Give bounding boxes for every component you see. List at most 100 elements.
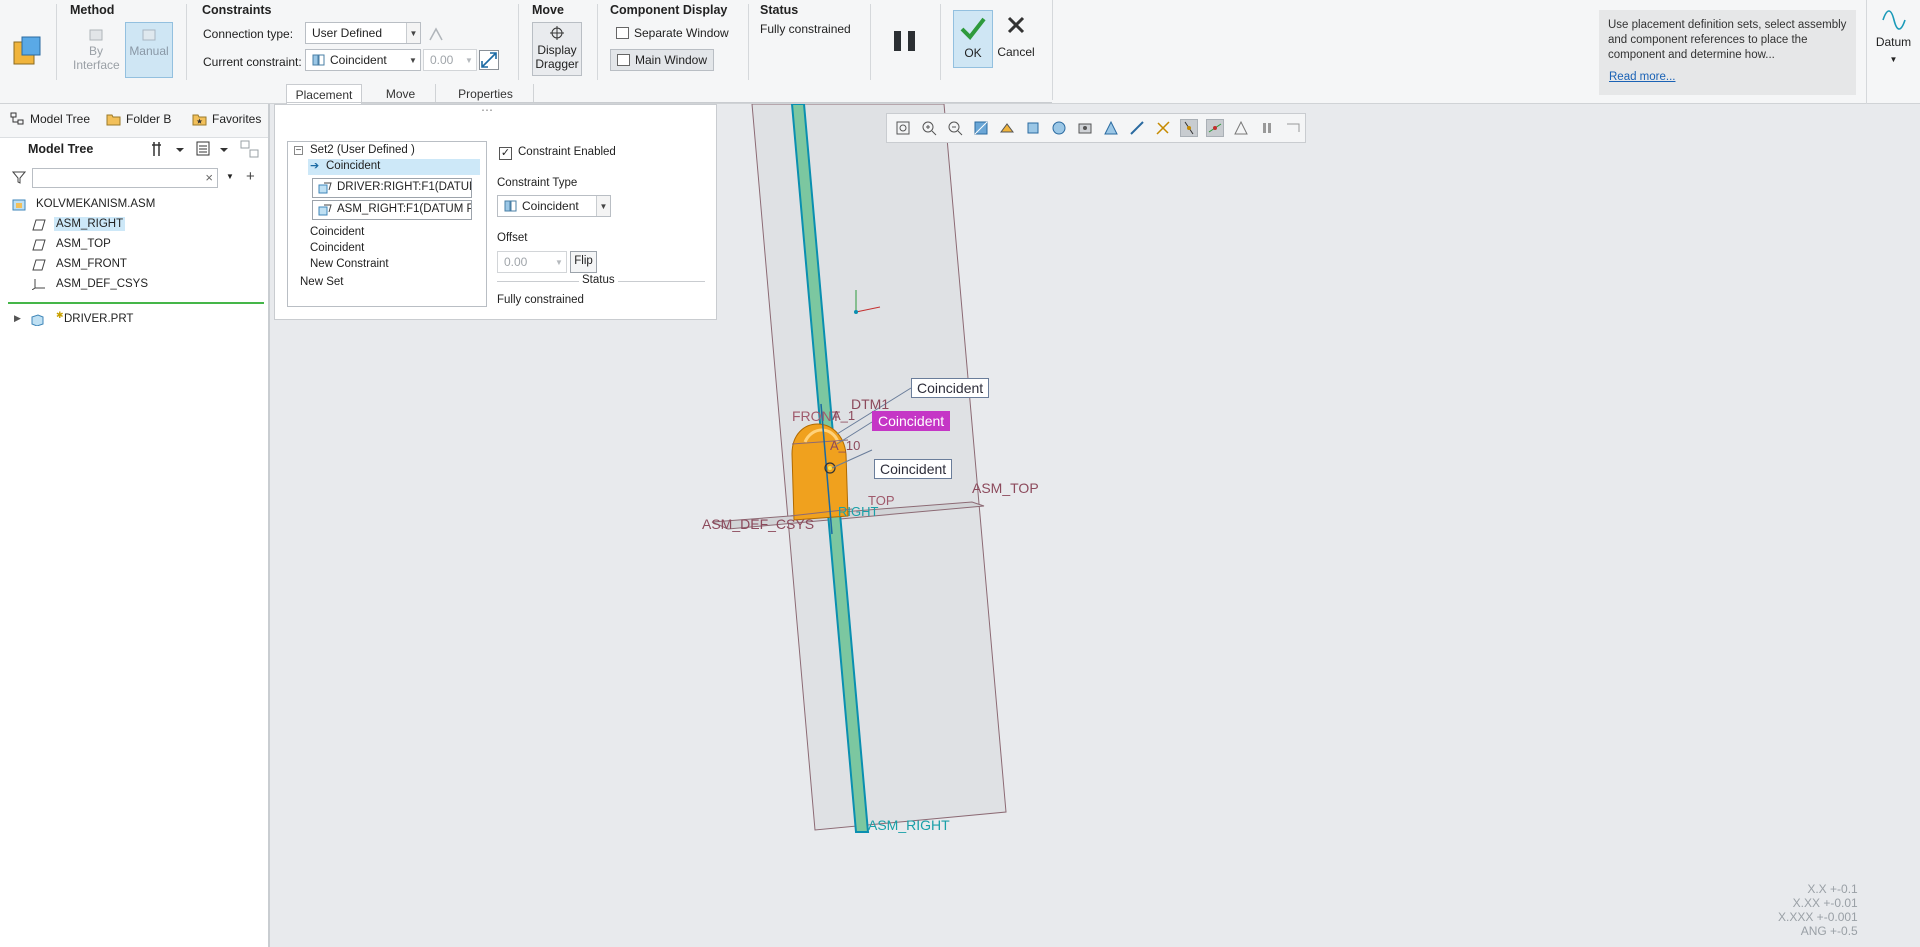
by-interface-button[interactable]: By Interface [72,22,120,78]
repaint-icon[interactable] [973,120,989,136]
pause-regeneration-icon[interactable] [1259,120,1275,136]
new-set-item[interactable]: New Set [300,276,343,288]
display-dragger-button[interactable]: Display Dragger [532,22,582,76]
flip-constraint-icon[interactable] [479,50,499,70]
clear-icon[interactable]: × [205,170,213,185]
point-display-icon[interactable] [1206,119,1224,137]
status-value: Fully constrained [497,294,584,306]
show-options-icon[interactable] [196,140,230,158]
main-window-button[interactable]: Main Window [610,49,715,71]
zoom-in-icon[interactable] [921,120,937,136]
pause-icon[interactable] [893,30,917,52]
display-style-icon[interactable] [1025,120,1041,136]
tree-item-assembly[interactable]: KOLVMEKANISM.ASM [12,198,155,211]
connection-type-select[interactable]: User Defined ▼ [305,22,421,44]
tree-item-asm-front[interactable]: ASM_FRONT [32,258,127,271]
tab-placement[interactable]: Placement [286,84,362,104]
model-tree-panel: Model Tree Folder B Favorites Model Tree… [0,104,270,947]
manual-button[interactable]: Manual [125,22,173,78]
separate-window-button[interactable]: Separate Window [610,23,735,45]
tree-item-asm-right[interactable]: ASM_RIGHT [32,217,126,231]
tree-title: Model Tree [28,142,94,156]
expand-icon[interactable]: ▶ [14,313,21,324]
close-icon [1007,16,1025,34]
chevron-down-icon: ▼ [406,50,420,70]
cancel-button[interactable]: Cancel [996,14,1036,68]
tab-model-tree[interactable]: Model Tree [10,112,90,126]
refit-icon[interactable] [895,120,911,136]
current-constraint-value: Coincident [330,53,387,67]
constraint-item[interactable]: Coincident [310,226,364,238]
spin-center-icon[interactable] [1285,120,1301,136]
offset-field[interactable]: 0.00 ▼ [497,251,567,273]
collapse-icon[interactable]: − [294,146,303,156]
label-asm-def-csys: ASM_DEF_CSYS [702,516,815,532]
csys-display-icon[interactable] [1233,120,1249,136]
constraint-item[interactable]: Coincident [310,242,364,254]
tree-filter-icon[interactable] [240,140,260,158]
coincident-icon [312,54,325,66]
zoom-out-icon[interactable] [947,120,963,136]
filter-icon[interactable] [12,170,26,184]
tree-item-driver[interactable]: ▶ ✱ DRIVER.PRT [14,310,133,326]
chevron-down-icon: ▼ [406,23,420,43]
help-text: Use placement definition sets, select as… [1608,19,1847,61]
component-reference[interactable]: DRIVER:RIGHT:F1(DATUM [312,178,472,198]
add-icon[interactable]: + [246,168,255,185]
flip-button[interactable]: Flip [570,251,597,273]
constraint-item-selected[interactable]: ➔ Coincident [308,159,480,175]
constraint-enabled-checkbox[interactable]: ✓ [499,147,512,160]
ok-button[interactable]: OK [953,10,993,68]
constraint-type-label: Constraint Type [497,177,578,189]
settings-icon[interactable] [150,140,186,158]
tree-item-asm-top[interactable]: ASM_TOP [32,238,111,251]
datum-plane-icon [32,259,46,271]
new-constraint-item[interactable]: New Constraint [310,258,389,270]
dragger-center [828,466,832,470]
view-manager-icon[interactable] [1077,120,1093,136]
set-label[interactable]: Set2 (User Defined ) [310,144,415,156]
tree-item-label: ASM_DEF_CSYS [56,278,149,290]
connection-type-label: Connection type: [203,27,294,41]
tab-properties[interactable]: Properties [438,84,534,104]
constraint-set-list: − Set2 (User Defined ) ➔ Coincident DRIV… [287,141,487,307]
orient-icon[interactable] [999,120,1015,136]
datum-display-icon[interactable] [1129,120,1145,136]
label-asm-top: ASM_TOP [972,480,1039,496]
dragger-icon [550,26,564,40]
annotation-display-icon[interactable] [1155,120,1171,136]
move-title: Move [532,3,564,17]
perspective-icon[interactable] [1103,120,1119,136]
tab-folder-browser-label: Folder B [126,112,172,126]
status-label: Status [579,274,618,286]
chevron-down-icon: ▼ [462,50,476,70]
read-more-link[interactable]: Read more... [1609,71,1675,83]
constraint-callout[interactable]: Coincident [874,459,953,479]
saved-views-icon[interactable] [1051,120,1067,136]
current-constraint-select[interactable]: Coincident ▼ [305,49,421,71]
panel-grip[interactable]: ⋯ [481,103,493,117]
offset-input[interactable]: 0.00 ▼ [423,49,477,71]
datum-button[interactable]: Datum ▼ [1866,0,1920,104]
constraint-type-select[interactable]: Coincident ▼ [497,195,611,217]
constraints-title: Constraints [202,3,272,17]
search-input[interactable]: × [32,168,218,188]
label-a10: A_10 [830,438,861,453]
tolerance-table: X.X +-0.1 X.XX +-0.01 X.XXX +-0.001 ANG … [1778,882,1858,938]
tab-folder-browser[interactable]: Folder B [106,112,171,126]
constraint-callout[interactable]: Coincident [911,378,990,398]
tree-item-asm-def-csys[interactable]: ASM_DEF_CSYS [32,278,148,290]
interface-icon [89,29,103,41]
connection-convert-icon[interactable] [428,26,444,42]
tab-favorites[interactable]: Favorites [192,112,261,126]
coincident-icon [504,200,517,212]
constraint-callout-active[interactable]: Coincident [872,411,951,431]
window-icon [617,54,630,66]
assembly-icon [12,199,26,211]
tab-move[interactable]: Move [366,84,436,104]
constraint-type-value: Coincident [522,199,579,213]
chevron-down-icon[interactable]: ▼ [226,172,234,181]
axis-display-icon[interactable] [1180,119,1198,137]
component-placement-icon [13,36,41,65]
assembly-reference[interactable]: ASM_RIGHT:F1(DATUM P [312,200,472,220]
